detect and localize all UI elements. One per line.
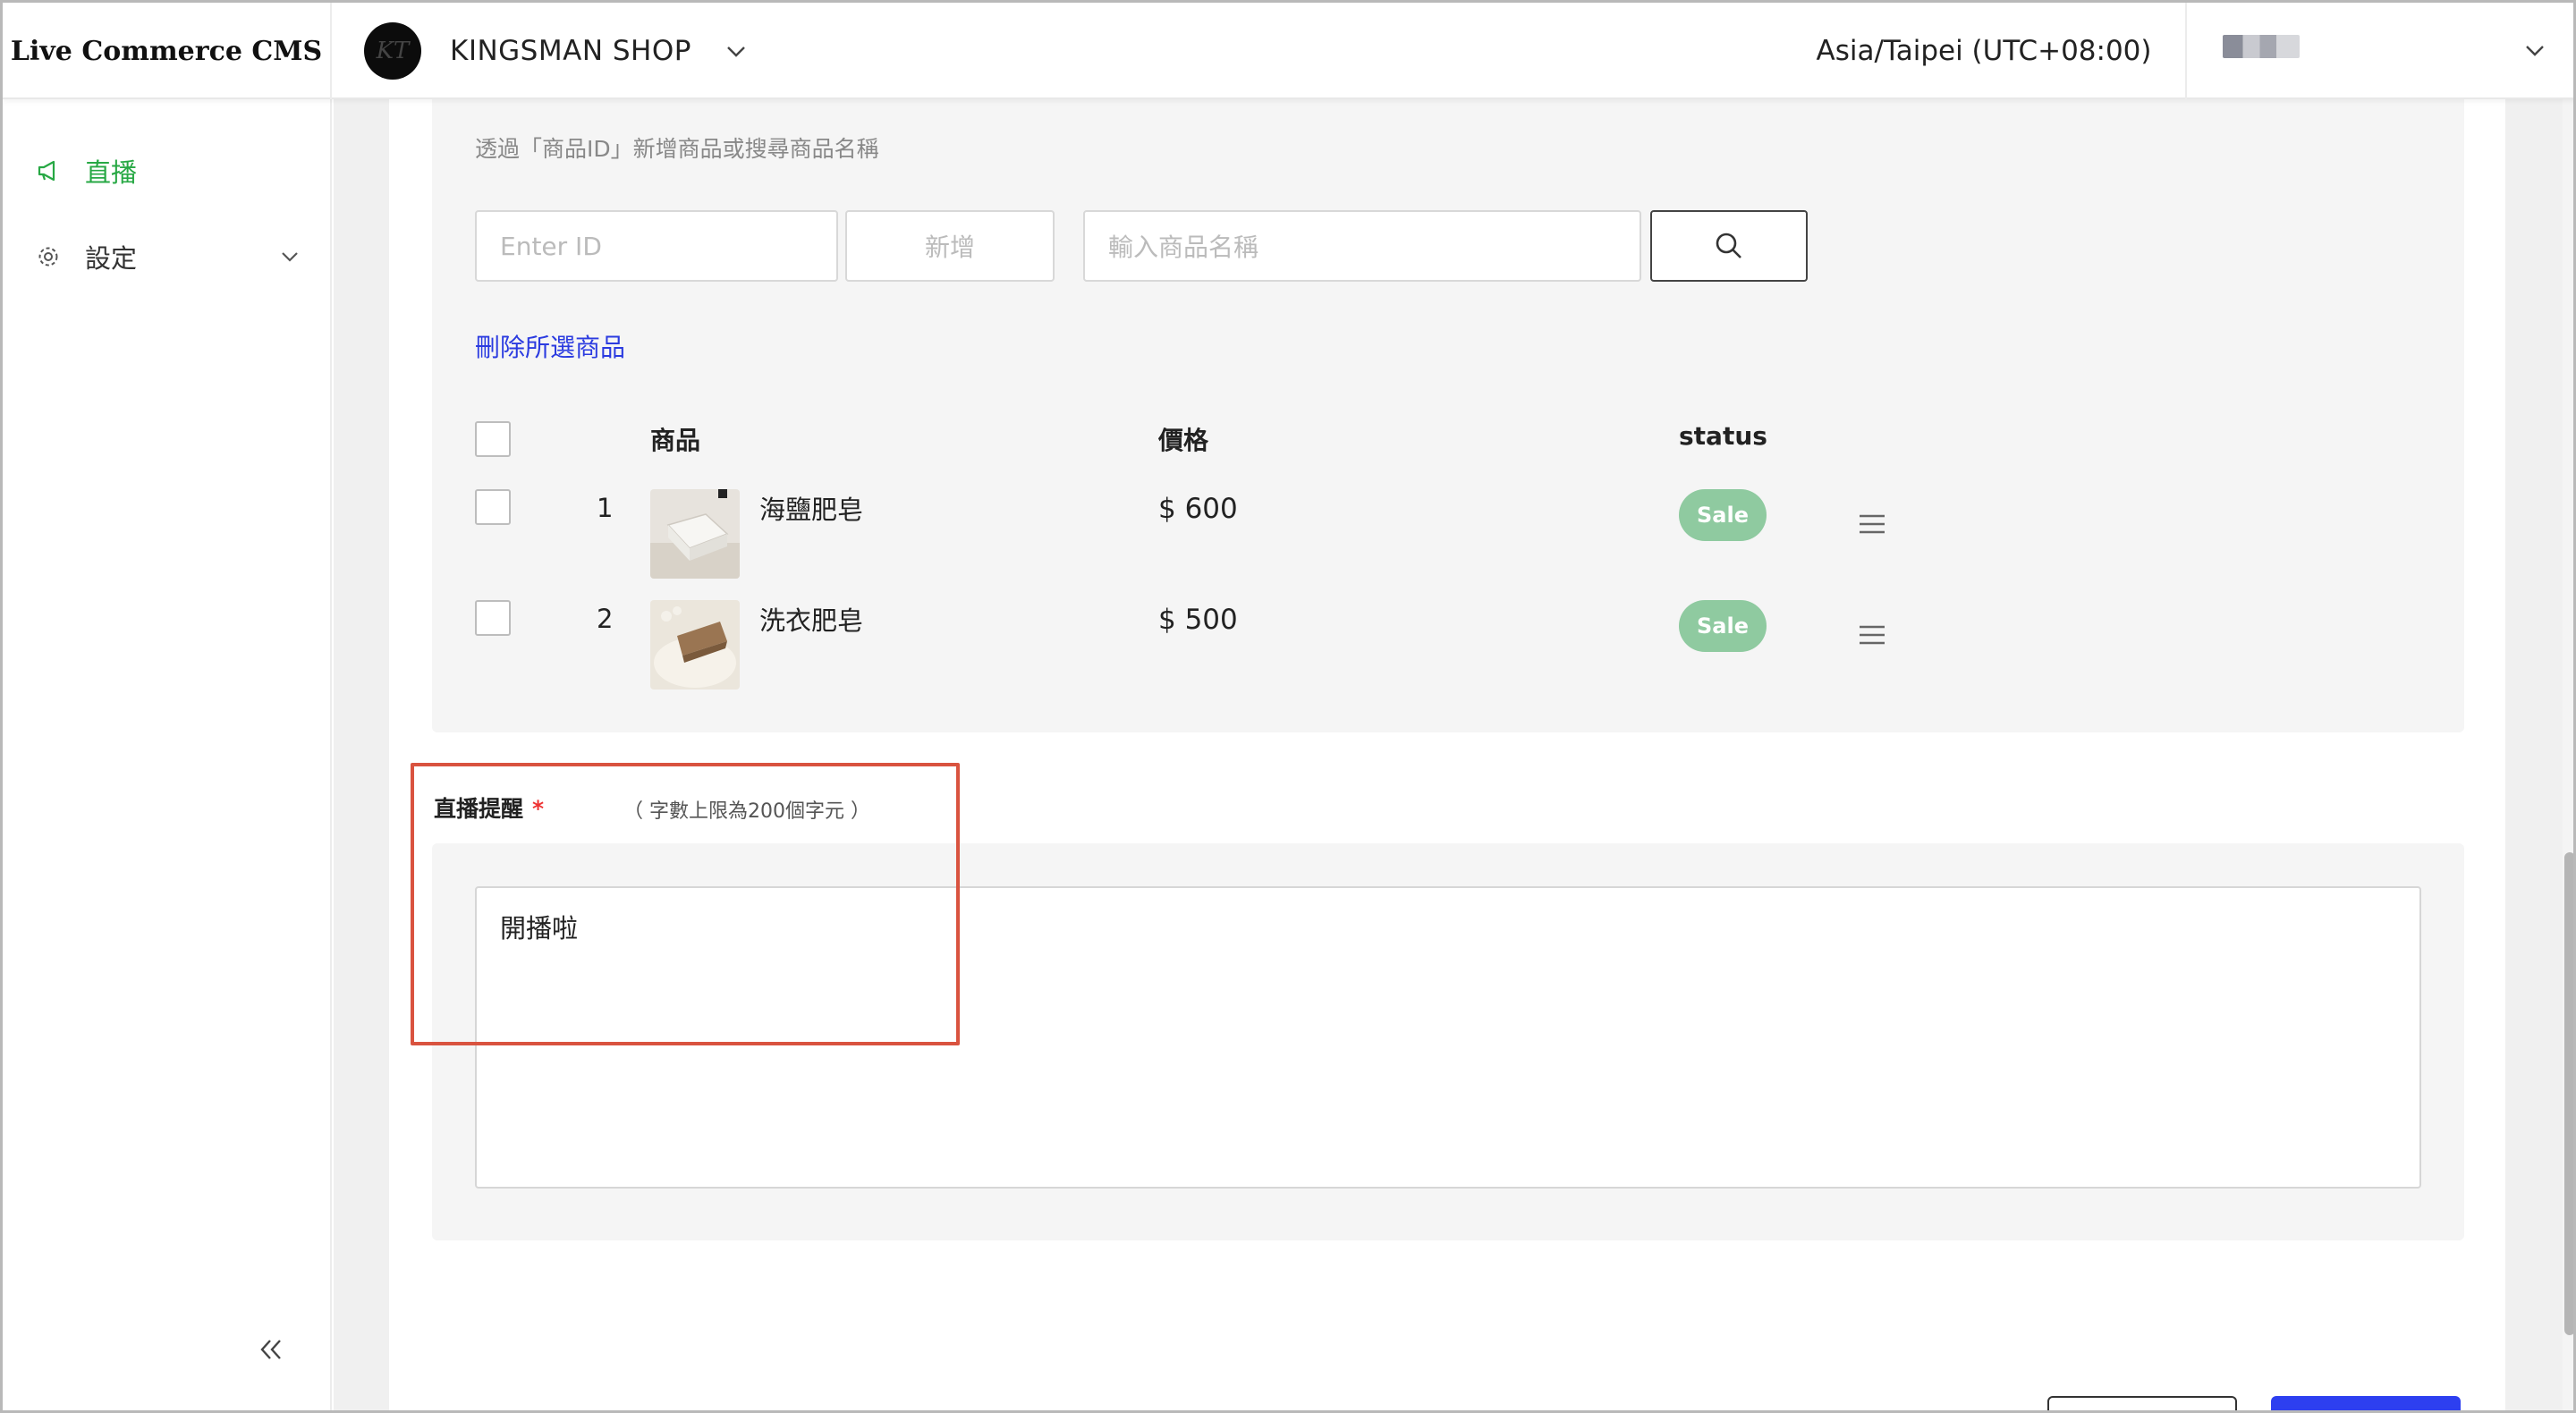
row-index: 2 <box>597 604 614 634</box>
product-name: 海鹽肥皂 <box>759 495 864 525</box>
delete-selected-link[interactable]: 刪除所選商品 <box>475 328 625 364</box>
chevron-down-icon[interactable] <box>724 38 749 63</box>
column-header-product: 商品 <box>650 426 701 455</box>
collapse-sidebar-icon[interactable] <box>255 1333 287 1366</box>
megaphone-icon <box>35 157 62 184</box>
chevron-down-icon[interactable] <box>278 244 303 269</box>
app-window: Live Commerce CMS KT KINGSMAN SHOP Asia/… <box>0 0 2576 1413</box>
product-hint: 透過「商品ID」新增商品或搜尋商品名稱 <box>475 136 879 162</box>
sidebar-item-label: 直播 <box>85 157 138 188</box>
shop-selector[interactable]: KT KINGSMAN SHOP <box>364 3 749 99</box>
row-checkbox[interactable] <box>475 489 511 525</box>
user-menu[interactable] <box>2185 3 2573 99</box>
required-mark: * <box>532 796 545 822</box>
brand-logo[interactable]: Live Commerce CMS <box>3 3 332 99</box>
product-price: $ 500 <box>1158 604 1238 636</box>
save-button[interactable]: 儲存 <box>2271 1396 2461 1410</box>
select-all-checkbox[interactable] <box>475 421 511 457</box>
sidebar-item-live[interactable]: 直播 <box>35 144 303 198</box>
top-header: Live Commerce CMS KT KINGSMAN SHOP Asia/… <box>3 3 2573 99</box>
status-badge: Sale <box>1679 489 1767 541</box>
main-area: 透過「商品ID」新增商品或搜尋商品名稱 Enter ID 新增 輸入商品名稱 刪… <box>334 99 2573 1410</box>
reminder-label: 直播提醒 * <box>434 791 544 824</box>
search-button[interactable] <box>1650 210 1808 282</box>
reminder-limit-note: （ 字數上限為200個字元 ） <box>623 800 870 823</box>
search-icon <box>1716 233 1741 258</box>
chevron-down-icon[interactable] <box>2523 38 2548 63</box>
column-header-price: 價格 <box>1158 426 1209 455</box>
row-index: 1 <box>597 493 614 523</box>
row-checkbox[interactable] <box>475 600 511 636</box>
reminder-panel: 開播啦 <box>432 843 2464 1240</box>
column-header-status: status <box>1679 421 1767 451</box>
cancel-button[interactable]: 取消 <box>2047 1396 2237 1410</box>
sidebar: 直播 設定 <box>3 99 332 1410</box>
reminder-textarea[interactable]: 開播啦 <box>475 886 2421 1189</box>
product-name: 洗衣肥皂 <box>759 605 864 636</box>
sidebar-item-label: 設定 <box>85 243 138 274</box>
shop-name: KINGSMAN SHOP <box>450 35 691 67</box>
timezone-label: Asia/Taipei (UTC+08:00) <box>1816 35 2152 67</box>
product-id-input[interactable]: Enter ID <box>475 210 838 282</box>
scrollbar-thumb[interactable] <box>2564 852 2573 1335</box>
product-thumbnail <box>650 489 740 579</box>
avatar <box>2223 35 2300 58</box>
content-card: 透過「商品ID」新增商品或搜尋商品名稱 Enter ID 新增 輸入商品名稱 刪… <box>389 99 2505 1410</box>
gear-icon <box>35 243 62 270</box>
shop-logo: KT <box>364 22 421 80</box>
add-product-button[interactable]: 新增 <box>845 210 1055 282</box>
reminder-label-text: 直播提醒 <box>434 796 524 822</box>
drag-handle-icon[interactable] <box>1858 511 1886 537</box>
product-name-input[interactable]: 輸入商品名稱 <box>1083 210 1641 282</box>
drag-handle-icon[interactable] <box>1858 622 1886 648</box>
product-thumbnail <box>650 600 740 690</box>
product-price: $ 600 <box>1158 493 1238 525</box>
status-badge: Sale <box>1679 600 1767 652</box>
sidebar-item-settings[interactable]: 設定 <box>35 230 303 283</box>
product-panel: 透過「商品ID」新增商品或搜尋商品名稱 Enter ID 新增 輸入商品名稱 刪… <box>432 99 2464 732</box>
